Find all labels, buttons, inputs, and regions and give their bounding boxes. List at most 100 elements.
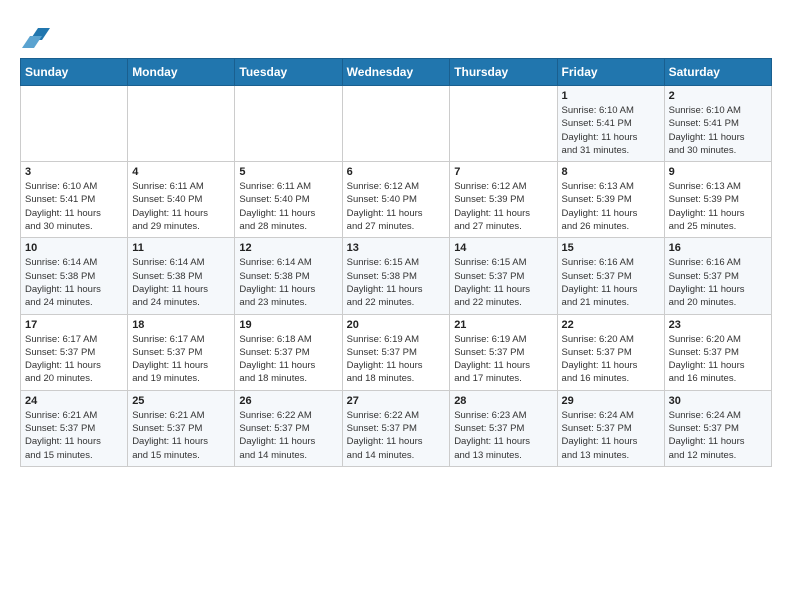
day-info: Sunrise: 6:16 AM Sunset: 5:37 PM Dayligh… — [562, 256, 660, 309]
calendar-cell: 10 Sunrise: 6:14 AM Sunset: 5:38 PM Dayli… — [21, 238, 128, 314]
day-info: Sunrise: 6:22 AM Sunset: 5:37 PM Dayligh… — [239, 409, 337, 462]
day-number: 30 — [669, 395, 767, 407]
calendar-cell: 7Sunrise: 6:12 AM Sunset: 5:39 PM Daylig… — [450, 162, 557, 238]
day-number: 19 — [239, 319, 337, 331]
day-number: 24 — [25, 395, 123, 407]
day-info: Sunrise: 6:10 AM Sunset: 5:41 PM Dayligh… — [562, 104, 660, 157]
calendar-week-row: 10 Sunrise: 6:14 AM Sunset: 5:38 PM Dayli… — [21, 238, 772, 314]
calendar-cell: 13Sunrise: 6:15 AM Sunset: 5:38 PM Dayli… — [342, 238, 450, 314]
day-info: Sunrise: 6:23 AM Sunset: 5:37 PM Dayligh… — [454, 409, 552, 462]
day-info: Sunrise: 6:20 AM Sunset: 5:37 PM Dayligh… — [669, 333, 767, 386]
day-info: Sunrise: 6:10 AM Sunset: 5:41 PM Dayligh… — [669, 104, 767, 157]
calendar-cell: 25 Sunrise: 6:21 AM Sunset: 5:37 PM Dayli… — [128, 390, 235, 466]
day-number: 16 — [669, 242, 767, 254]
calendar-week-row: 24 Sunrise: 6:21 AM Sunset: 5:37 PM Dayli… — [21, 390, 772, 466]
day-info: Sunrise: 6:16 AM Sunset: 5:37 PM Dayligh… — [669, 256, 767, 309]
day-number: 7 — [454, 166, 552, 178]
page: SundayMondayTuesdayWednesdayThursdayFrid… — [0, 0, 792, 477]
calendar-cell: 27 Sunrise: 6:22 AM Sunset: 5:37 PM Dayli… — [342, 390, 450, 466]
day-number: 15 — [562, 242, 660, 254]
header — [20, 20, 772, 48]
day-info: Sunrise: 6:24 AM Sunset: 5:37 PM Dayligh… — [669, 409, 767, 462]
day-info: Sunrise: 6:17 AM Sunset: 5:37 PM Dayligh… — [25, 333, 123, 386]
day-info: Sunrise: 6:13 AM Sunset: 5:39 PM Dayligh… — [669, 180, 767, 233]
day-number: 28 — [454, 395, 552, 407]
day-info: Sunrise: 6:17 AM Sunset: 5:37 PM Dayligh… — [132, 333, 230, 386]
calendar-cell: 12 Sunrise: 6:14 AM Sunset: 5:38 PM Dayli… — [235, 238, 342, 314]
day-number: 14 — [454, 242, 552, 254]
calendar-weekday: Monday — [128, 59, 235, 86]
day-info: Sunrise: 6:18 AM Sunset: 5:37 PM Dayligh… — [239, 333, 337, 386]
calendar-weekday: Wednesday — [342, 59, 450, 86]
day-number: 2 — [669, 90, 767, 102]
day-info: Sunrise: 6:14 AM Sunset: 5:38 PM Dayligh… — [239, 256, 337, 309]
calendar-week-row: 1 Sunrise: 6:10 AM Sunset: 5:41 PM Daylig… — [21, 86, 772, 162]
calendar-weekday: Thursday — [450, 59, 557, 86]
calendar-cell: 6Sunrise: 6:12 AM Sunset: 5:40 PM Daylig… — [342, 162, 450, 238]
day-number: 17 — [25, 319, 123, 331]
day-info: Sunrise: 6:21 AM Sunset: 5:37 PM Dayligh… — [25, 409, 123, 462]
day-info: Sunrise: 6:10 AM Sunset: 5:41 PM Dayligh… — [25, 180, 123, 233]
day-number: 1 — [562, 90, 660, 102]
calendar-cell — [235, 86, 342, 162]
day-number: 3 — [25, 166, 123, 178]
calendar-cell — [450, 86, 557, 162]
calendar-cell: 17 Sunrise: 6:17 AM Sunset: 5:37 PM Dayli… — [21, 314, 128, 390]
calendar-header-row: SundayMondayTuesdayWednesdayThursdayFrid… — [21, 59, 772, 86]
calendar-cell: 5Sunrise: 6:11 AM Sunset: 5:40 PM Daylig… — [235, 162, 342, 238]
calendar-cell: 8 Sunrise: 6:13 AM Sunset: 5:39 PM Daylig… — [557, 162, 664, 238]
day-number: 20 — [347, 319, 446, 331]
calendar-cell: 9 Sunrise: 6:13 AM Sunset: 5:39 PM Daylig… — [664, 162, 771, 238]
day-info: Sunrise: 6:22 AM Sunset: 5:37 PM Dayligh… — [347, 409, 446, 462]
day-info: Sunrise: 6:13 AM Sunset: 5:39 PM Dayligh… — [562, 180, 660, 233]
day-info: Sunrise: 6:19 AM Sunset: 5:37 PM Dayligh… — [347, 333, 446, 386]
day-number: 18 — [132, 319, 230, 331]
calendar-cell: 20 Sunrise: 6:19 AM Sunset: 5:37 PM Dayli… — [342, 314, 450, 390]
calendar-cell: 30 Sunrise: 6:24 AM Sunset: 5:37 PM Dayli… — [664, 390, 771, 466]
day-info: Sunrise: 6:14 AM Sunset: 5:38 PM Dayligh… — [25, 256, 123, 309]
calendar-cell: 21 Sunrise: 6:19 AM Sunset: 5:37 PM Dayli… — [450, 314, 557, 390]
day-info: Sunrise: 6:21 AM Sunset: 5:37 PM Dayligh… — [132, 409, 230, 462]
day-info: Sunrise: 6:19 AM Sunset: 5:37 PM Dayligh… — [454, 333, 552, 386]
day-number: 12 — [239, 242, 337, 254]
calendar-weekday: Saturday — [664, 59, 771, 86]
calendar-cell — [128, 86, 235, 162]
calendar-weekday: Tuesday — [235, 59, 342, 86]
calendar-weekday: Sunday — [21, 59, 128, 86]
day-info: Sunrise: 6:15 AM Sunset: 5:38 PM Dayligh… — [347, 256, 446, 309]
day-number: 10 — [25, 242, 123, 254]
calendar-cell: 16 Sunrise: 6:16 AM Sunset: 5:37 PM Dayli… — [664, 238, 771, 314]
day-number: 27 — [347, 395, 446, 407]
day-number: 9 — [669, 166, 767, 178]
calendar-cell: 1 Sunrise: 6:10 AM Sunset: 5:41 PM Daylig… — [557, 86, 664, 162]
day-info: Sunrise: 6:24 AM Sunset: 5:37 PM Dayligh… — [562, 409, 660, 462]
calendar-cell: 22 Sunrise: 6:20 AM Sunset: 5:37 PM Dayli… — [557, 314, 664, 390]
day-info: Sunrise: 6:12 AM Sunset: 5:40 PM Dayligh… — [347, 180, 446, 233]
calendar-cell: 4Sunrise: 6:11 AM Sunset: 5:40 PM Daylig… — [128, 162, 235, 238]
day-number: 11 — [132, 242, 230, 254]
day-number: 26 — [239, 395, 337, 407]
calendar-cell: 26 Sunrise: 6:22 AM Sunset: 5:37 PM Dayli… — [235, 390, 342, 466]
calendar-cell: 3 Sunrise: 6:10 AM Sunset: 5:41 PM Daylig… — [21, 162, 128, 238]
calendar-cell: 24 Sunrise: 6:21 AM Sunset: 5:37 PM Dayli… — [21, 390, 128, 466]
day-number: 23 — [669, 319, 767, 331]
calendar-cell: 19 Sunrise: 6:18 AM Sunset: 5:37 PM Dayli… — [235, 314, 342, 390]
day-number: 22 — [562, 319, 660, 331]
day-number: 4 — [132, 166, 230, 178]
calendar-cell: 11Sunrise: 6:14 AM Sunset: 5:38 PM Dayli… — [128, 238, 235, 314]
calendar-table: SundayMondayTuesdayWednesdayThursdayFrid… — [20, 58, 772, 467]
day-info: Sunrise: 6:15 AM Sunset: 5:37 PM Dayligh… — [454, 256, 552, 309]
calendar-cell: 29Sunrise: 6:24 AM Sunset: 5:37 PM Dayli… — [557, 390, 664, 466]
day-info: Sunrise: 6:20 AM Sunset: 5:37 PM Dayligh… — [562, 333, 660, 386]
day-number: 21 — [454, 319, 552, 331]
calendar-cell: 28 Sunrise: 6:23 AM Sunset: 5:37 PM Dayli… — [450, 390, 557, 466]
calendar-week-row: 17 Sunrise: 6:17 AM Sunset: 5:37 PM Dayli… — [21, 314, 772, 390]
day-info: Sunrise: 6:11 AM Sunset: 5:40 PM Dayligh… — [239, 180, 337, 233]
calendar-week-row: 3 Sunrise: 6:10 AM Sunset: 5:41 PM Daylig… — [21, 162, 772, 238]
calendar-cell: 23 Sunrise: 6:20 AM Sunset: 5:37 PM Dayli… — [664, 314, 771, 390]
calendar-weekday: Friday — [557, 59, 664, 86]
day-number: 25 — [132, 395, 230, 407]
logo — [20, 20, 50, 48]
logo-icon — [22, 20, 50, 48]
day-number: 8 — [562, 166, 660, 178]
